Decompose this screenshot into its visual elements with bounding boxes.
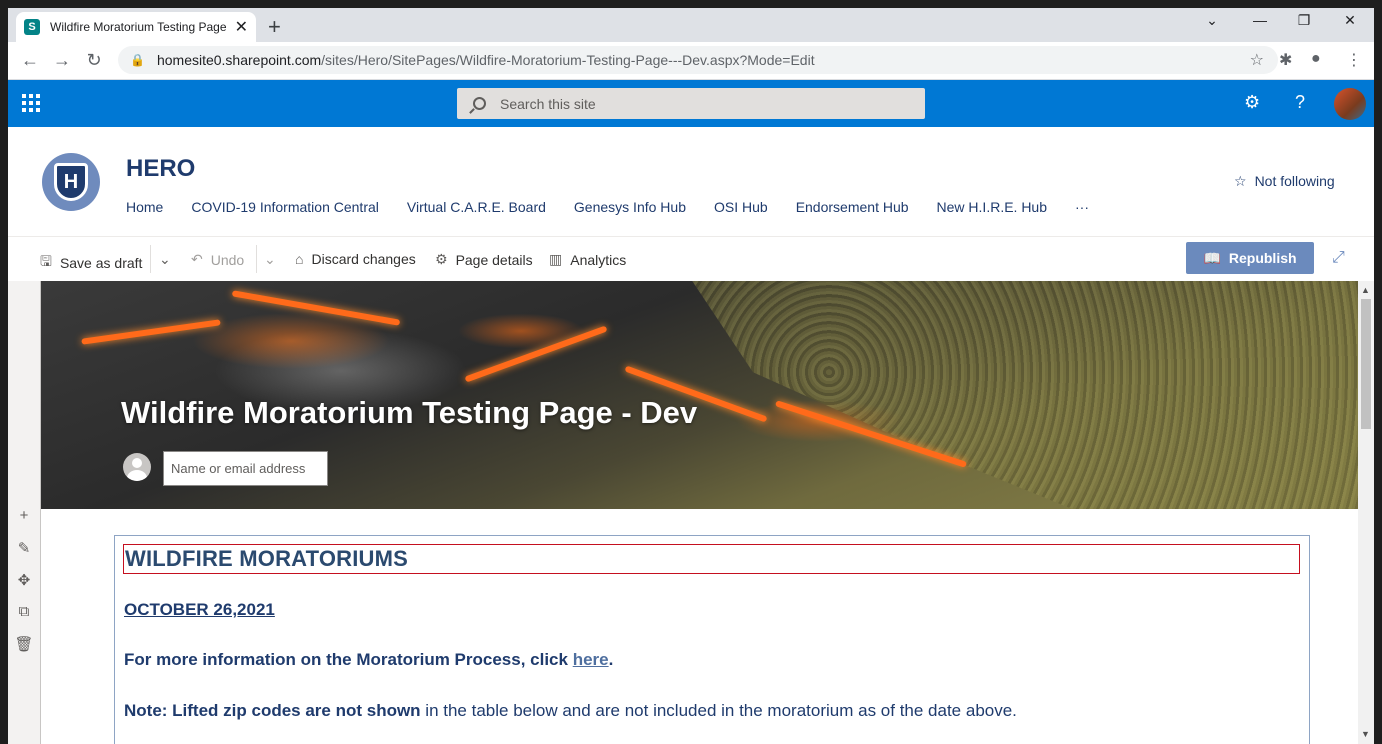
restore-icon[interactable]: ❐: [1284, 12, 1324, 29]
app-launcher-icon[interactable]: [22, 94, 40, 112]
book-icon: 📖: [1203, 249, 1221, 266]
author-field[interactable]: [163, 451, 328, 486]
move-section-icon[interactable]: ✥: [14, 571, 34, 591]
nav-item-genesys[interactable]: Genesys Info Hub: [574, 199, 686, 215]
url-field[interactable]: 🔒 homesite0.sharepoint.com/sites/Hero/Si…: [118, 46, 1278, 74]
site-logo[interactable]: H: [42, 153, 100, 211]
suite-bar: Search this site ⚙ ?: [8, 80, 1374, 127]
tab-strip: S Wildfire Moratorium Testing Page ✕ + ⌄…: [8, 8, 1374, 42]
here-link[interactable]: here: [573, 650, 609, 669]
fire-line: [464, 325, 608, 383]
discard-icon: ⌂: [295, 251, 304, 267]
discard-changes-button[interactable]: ⌂ Discard changes: [295, 251, 416, 267]
author-avatar: [123, 453, 151, 481]
edit-toolbar: + ✎ ✥ ⧉ 🗑: [8, 281, 40, 744]
new-tab-icon[interactable]: +: [268, 14, 281, 40]
search-icon: [473, 97, 486, 110]
info-paragraph[interactable]: For more information on the Moratorium P…: [124, 650, 613, 670]
add-section-icon[interactable]: +: [14, 507, 34, 527]
fire-line: [231, 290, 401, 326]
forward-icon[interactable]: →: [50, 50, 74, 71]
site-title[interactable]: HERO: [126, 155, 195, 183]
scroll-up-icon[interactable]: ▲: [1361, 285, 1370, 295]
date-text[interactable]: OCTOBER 26,2021: [124, 600, 275, 620]
close-window-icon[interactable]: ✕: [1330, 12, 1370, 29]
analytics-icon: ▥: [549, 251, 563, 267]
nav-item-endorsement[interactable]: Endorsement Hub: [796, 199, 909, 215]
scroll-thumb[interactable]: [1361, 299, 1371, 429]
banner-image: [692, 281, 1358, 509]
browser-window: S Wildfire Moratorium Testing Page ✕ + ⌄…: [8, 8, 1374, 744]
page-canvas: + ✎ ✥ ⧉ 🗑 Wildfire Moratorium Testing Pa…: [8, 281, 1374, 744]
page-title[interactable]: Wildfire Moratorium Testing Page - Dev: [121, 395, 697, 431]
reload-icon[interactable]: ↻: [82, 50, 106, 71]
save-icon: 🖫: [40, 253, 52, 269]
address-bar-row: ← → ↻ 🔒 homesite0.sharepoint.com/sites/H…: [8, 42, 1374, 80]
nav-item-osi[interactable]: OSI Hub: [714, 199, 768, 215]
scrollbar[interactable]: ▲ ▼: [1358, 281, 1374, 744]
delete-section-icon[interactable]: 🗑: [14, 635, 34, 655]
sharepoint-favicon-icon: S: [24, 19, 40, 35]
tab-search-icon[interactable]: ⌄: [1192, 12, 1232, 29]
follow-button[interactable]: ☆ Not following: [1234, 173, 1335, 190]
note-paragraph[interactable]: Note: Lifted zip codes are not shown in …: [124, 701, 1017, 721]
undo-icon: ↶: [191, 251, 203, 267]
command-bar: 🖫 Save as draft ⌄ ↶ Undo ⌄ ⌂ Discard change…: [8, 237, 1374, 281]
title-banner[interactable]: Wildfire Moratorium Testing Page - Dev: [41, 281, 1358, 509]
nav-item-covid[interactable]: COVID-19 Information Central: [191, 199, 379, 215]
section-heading[interactable]: WILDFIRE MORATORIUMS: [125, 546, 408, 572]
browser-tab[interactable]: S Wildfire Moratorium Testing Page ✕: [16, 12, 256, 42]
settings-icon[interactable]: ⚙: [1244, 92, 1260, 113]
minimize-icon[interactable]: —: [1240, 12, 1280, 28]
page-details-button[interactable]: ⚙ Page details: [435, 251, 533, 268]
analytics-button[interactable]: ▥ Analytics: [549, 251, 626, 268]
url-host: homesite0.sharepoint.com: [156, 52, 322, 68]
duplicate-section-icon[interactable]: ⧉: [14, 603, 34, 623]
lock-icon: 🔒: [130, 53, 145, 67]
edit-section-icon[interactable]: ✎: [14, 539, 34, 559]
nav-more-icon[interactable]: ···: [1075, 199, 1089, 215]
tab-title: Wildfire Moratorium Testing Page: [50, 20, 227, 34]
fire-line: [81, 319, 221, 345]
menu-icon[interactable]: ⋮: [1346, 50, 1362, 70]
text-web-part[interactable]: WILDFIRE MORATORIUMS OCTOBER 26,2021 For…: [114, 535, 1310, 744]
scroll-down-icon[interactable]: ▼: [1361, 729, 1370, 739]
nav-item-home[interactable]: Home: [126, 199, 163, 215]
republish-button[interactable]: 📖 Republish: [1186, 242, 1314, 274]
puzzle-icon[interactable]: ✱: [1279, 50, 1292, 70]
nav-item-care-board[interactable]: Virtual C.A.R.E. Board: [407, 199, 546, 215]
search-box[interactable]: Search this site: [457, 88, 925, 119]
star-icon: ☆: [1234, 173, 1247, 189]
url-path: /sites/Hero/SitePages/Wildfire-Moratoriu…: [321, 52, 815, 68]
back-icon[interactable]: ←: [18, 50, 42, 71]
shield-icon: H: [54, 163, 88, 201]
nav-item-hire[interactable]: New H.I.R.E. Hub: [937, 199, 1047, 215]
page-content: Wildfire Moratorium Testing Page - Dev W…: [40, 281, 1358, 744]
save-options-chevron-icon[interactable]: ⌄: [159, 251, 179, 268]
help-icon[interactable]: ?: [1295, 92, 1305, 113]
top-navigation: Home COVID-19 Information Central Virtua…: [126, 199, 1117, 215]
gear-icon: ⚙: [435, 251, 448, 267]
undo-button[interactable]: ↶ Undo: [191, 251, 244, 268]
user-avatar[interactable]: [1334, 88, 1366, 120]
undo-options-chevron-icon[interactable]: ⌄: [264, 251, 284, 268]
divider: [150, 245, 151, 273]
site-header: H HERO Home COVID-19 Information Central…: [8, 127, 1374, 237]
follow-label: Not following: [1254, 173, 1335, 189]
divider: [256, 245, 257, 273]
bookmark-star-icon[interactable]: ☆: [1250, 50, 1264, 70]
profile-icon[interactable]: ●: [1311, 50, 1321, 68]
search-placeholder: Search this site: [500, 95, 596, 112]
close-tab-icon[interactable]: ✕: [235, 17, 248, 37]
save-draft-button[interactable]: 🖫 Save as draft: [40, 251, 142, 275]
expand-icon[interactable]: ⤢: [1332, 249, 1345, 267]
